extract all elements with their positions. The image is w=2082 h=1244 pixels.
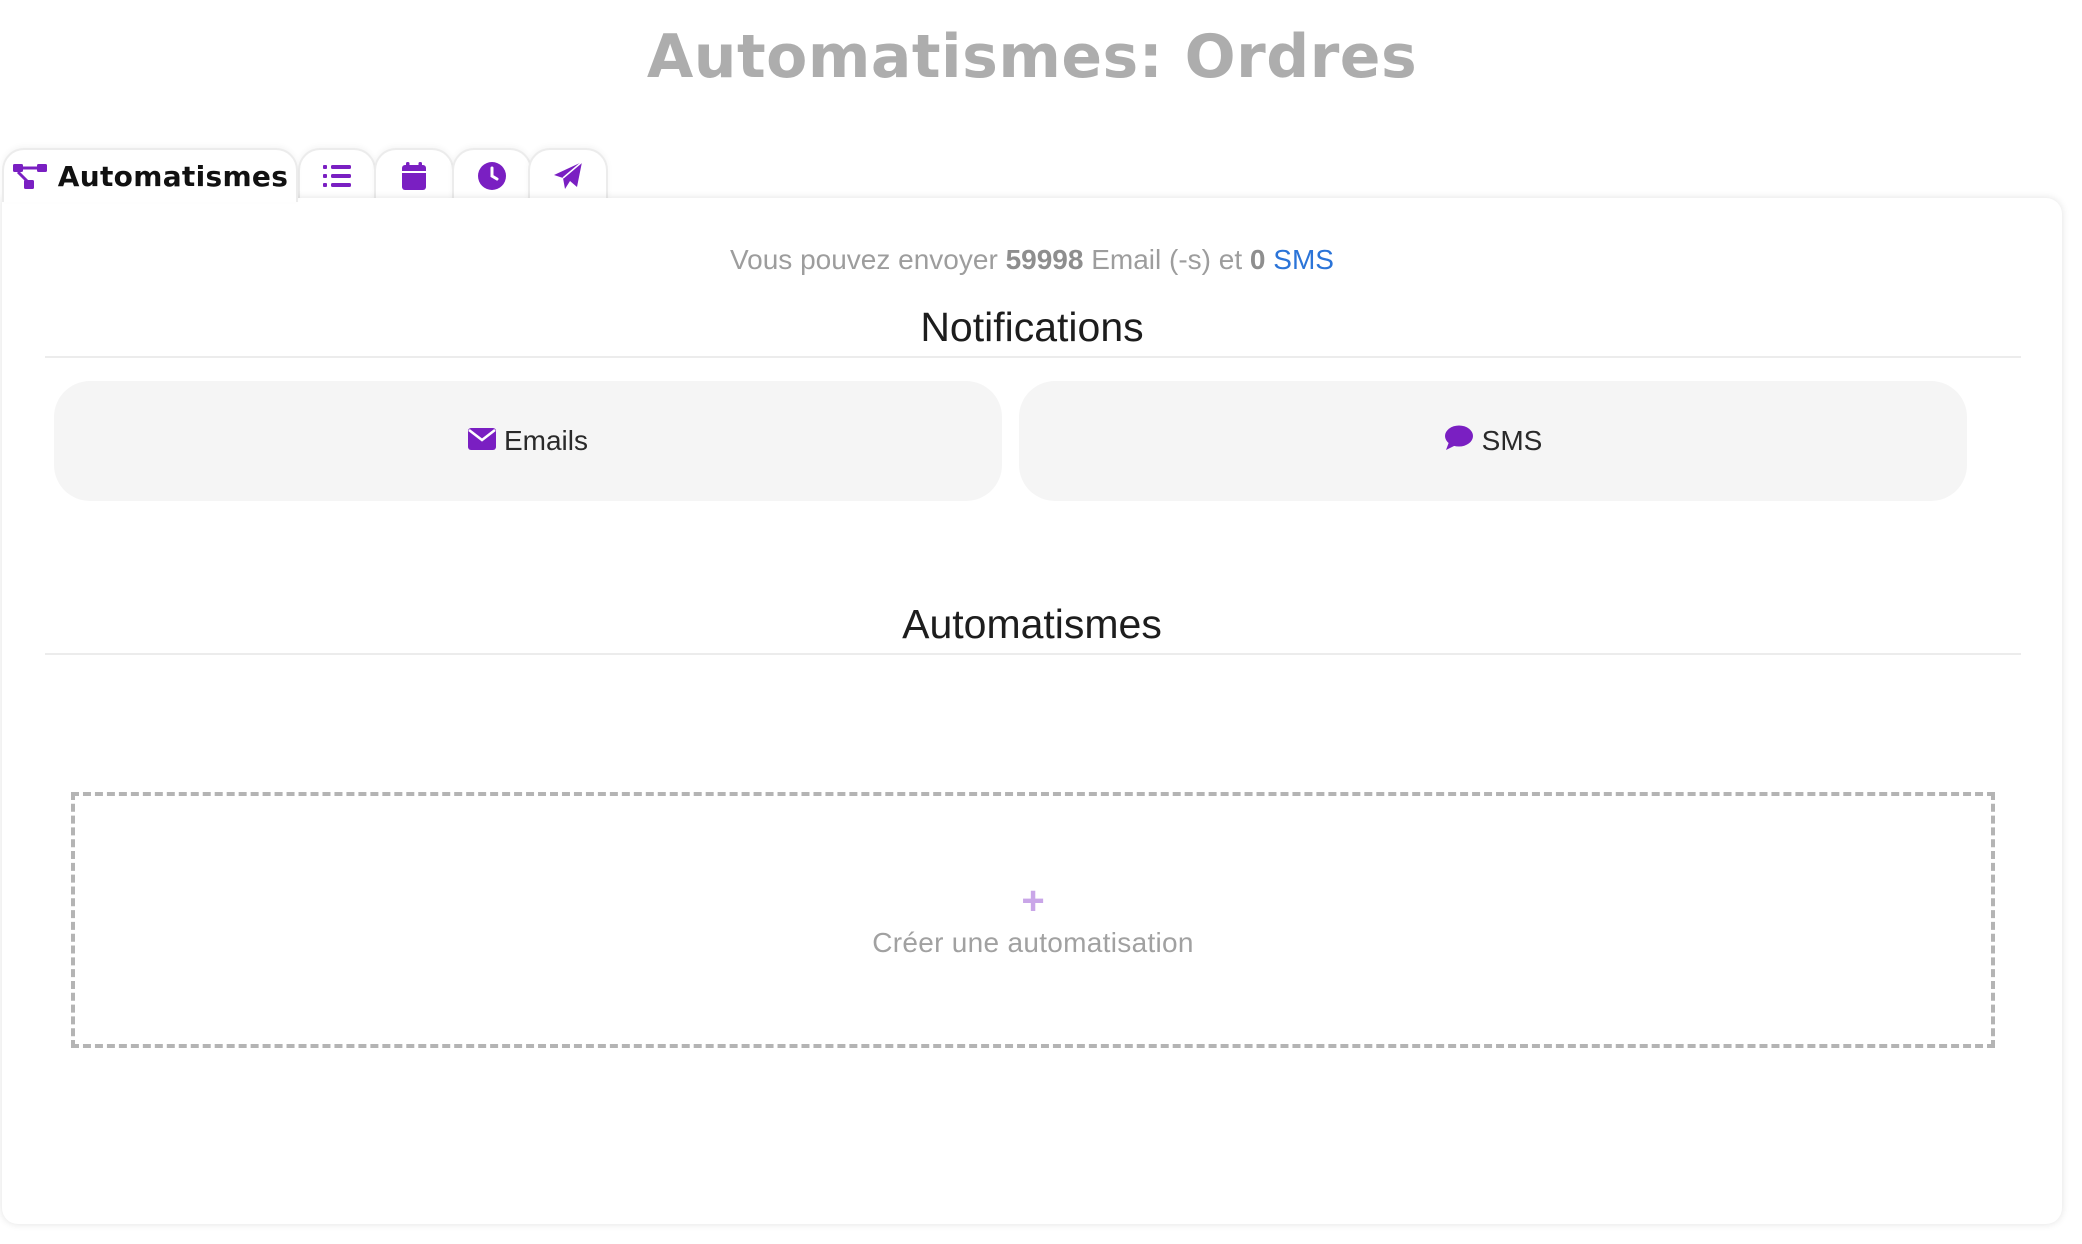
tab-send[interactable] — [528, 148, 608, 202]
sms-label: SMS — [1481, 425, 1543, 456]
envelope-icon — [467, 425, 496, 457]
clock-icon — [477, 161, 507, 191]
page-title: Automatismes: Ordres — [646, 22, 1418, 92]
emails-label: Emails — [503, 425, 588, 456]
quota-prefix: Vous pouvez envoyer — [730, 244, 998, 275]
emails-button[interactable]: Emails — [54, 381, 1002, 501]
sms-button[interactable]: SMS — [1019, 381, 1967, 501]
main-panel: Vous pouvez envoyer 59998 Email (-s) et … — [2, 198, 2062, 1224]
calendar-icon — [401, 161, 427, 191]
email-count: 59998 — [1005, 244, 1084, 275]
notifications-heading: Notifications — [920, 304, 1144, 350]
sms-link[interactable]: SMS — [1273, 244, 1334, 275]
tab-history[interactable] — [452, 148, 532, 202]
chat-bubble-icon — [1444, 425, 1474, 458]
workflow-icon — [12, 162, 48, 190]
automatismes-heading: Automatismes — [902, 601, 1162, 647]
quota-text: Vous pouvez envoyer 59998 Email (-s) et … — [2, 244, 2062, 276]
tab-calendar[interactable] — [374, 148, 454, 202]
tab-automatismes-label: Automatismes — [57, 159, 289, 193]
tab-list[interactable] — [298, 148, 376, 202]
sms-count: 0 — [1249, 244, 1266, 275]
plus-icon: + — [1021, 879, 1045, 923]
list-icon — [322, 163, 352, 189]
tab-automatismes[interactable]: Automatismes — [2, 148, 298, 202]
create-automation-button[interactable]: + Créer une automatisation — [71, 792, 1995, 1048]
paper-plane-icon — [553, 161, 583, 191]
notifications-divider — [45, 356, 2021, 358]
automatismes-divider — [45, 653, 2021, 655]
create-automation-label: Créer une automatisation — [872, 927, 1194, 958]
quota-email-label: Email (-s) et — [1091, 244, 1243, 275]
